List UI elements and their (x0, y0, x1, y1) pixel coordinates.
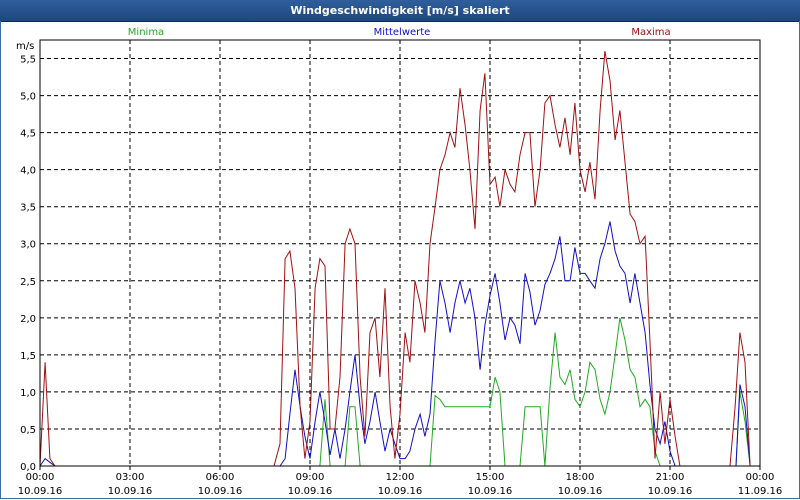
y-tick-label: 3,0 (20, 240, 36, 251)
y-tick-label: 0,5 (20, 425, 36, 436)
x-axis-ticks: 00:00 10.09.16 03:00 10.09.16 06:00 10.09.16 0… (18, 466, 783, 497)
x-tick-date: 10.09.16 (378, 486, 423, 497)
x-tick-time: 12:00 (386, 472, 415, 483)
y-axis-label: m/s (16, 41, 34, 52)
x-tick-date: 10.09.16 (648, 486, 693, 497)
x-tick-time: 06:00 (206, 472, 235, 483)
x-tick-date: 10.09.16 (288, 486, 333, 497)
x-tick-time: 00:00 (746, 472, 775, 483)
y-tick-label: 4,5 (20, 129, 36, 140)
y-tick-label: 2,5 (20, 277, 36, 288)
x-tick-date: 11.09.16 (738, 486, 783, 497)
y-tick-label: 4,0 (20, 166, 36, 177)
x-tick-date: 10.09.16 (18, 486, 63, 497)
chart: m/s Minima Mittelwerte Maxima 0,00,51,01,5… (16, 27, 783, 497)
x-tick-date: 10.09.16 (558, 486, 603, 497)
x-tick-date: 10.09.16 (468, 486, 513, 497)
y-tick-label: 5,5 (20, 55, 36, 66)
legend-maxima: Maxima (631, 27, 670, 38)
x-tick-time: 00:00 (26, 472, 55, 483)
x-tick-time: 21:00 (656, 472, 685, 483)
y-tick-label: 1,5 (20, 351, 36, 362)
y-tick-label: 2,0 (20, 314, 36, 325)
legend-mittelwerte: Mittelwerte (374, 27, 431, 38)
x-tick-time: 15:00 (476, 472, 505, 483)
x-tick-time: 03:00 (116, 472, 145, 483)
x-tick-time: 18:00 (566, 472, 595, 483)
y-tick-label: 3,5 (20, 203, 36, 214)
legend-minima: Minima (128, 27, 164, 38)
y-tick-label: 5,0 (20, 92, 36, 103)
window-title: Windgeschwindigkeit [m/s] skaliert (0, 0, 800, 22)
x-tick-date: 10.09.16 (198, 486, 243, 497)
y-tick-label: 1,0 (20, 388, 36, 399)
legend: Minima Mittelwerte Maxima (128, 27, 671, 38)
x-tick-time: 09:00 (296, 472, 325, 483)
x-tick-date: 10.09.16 (108, 486, 153, 497)
y-axis-ticks: 0,00,51,01,52,02,53,03,54,04,55,05,5 (20, 55, 36, 473)
